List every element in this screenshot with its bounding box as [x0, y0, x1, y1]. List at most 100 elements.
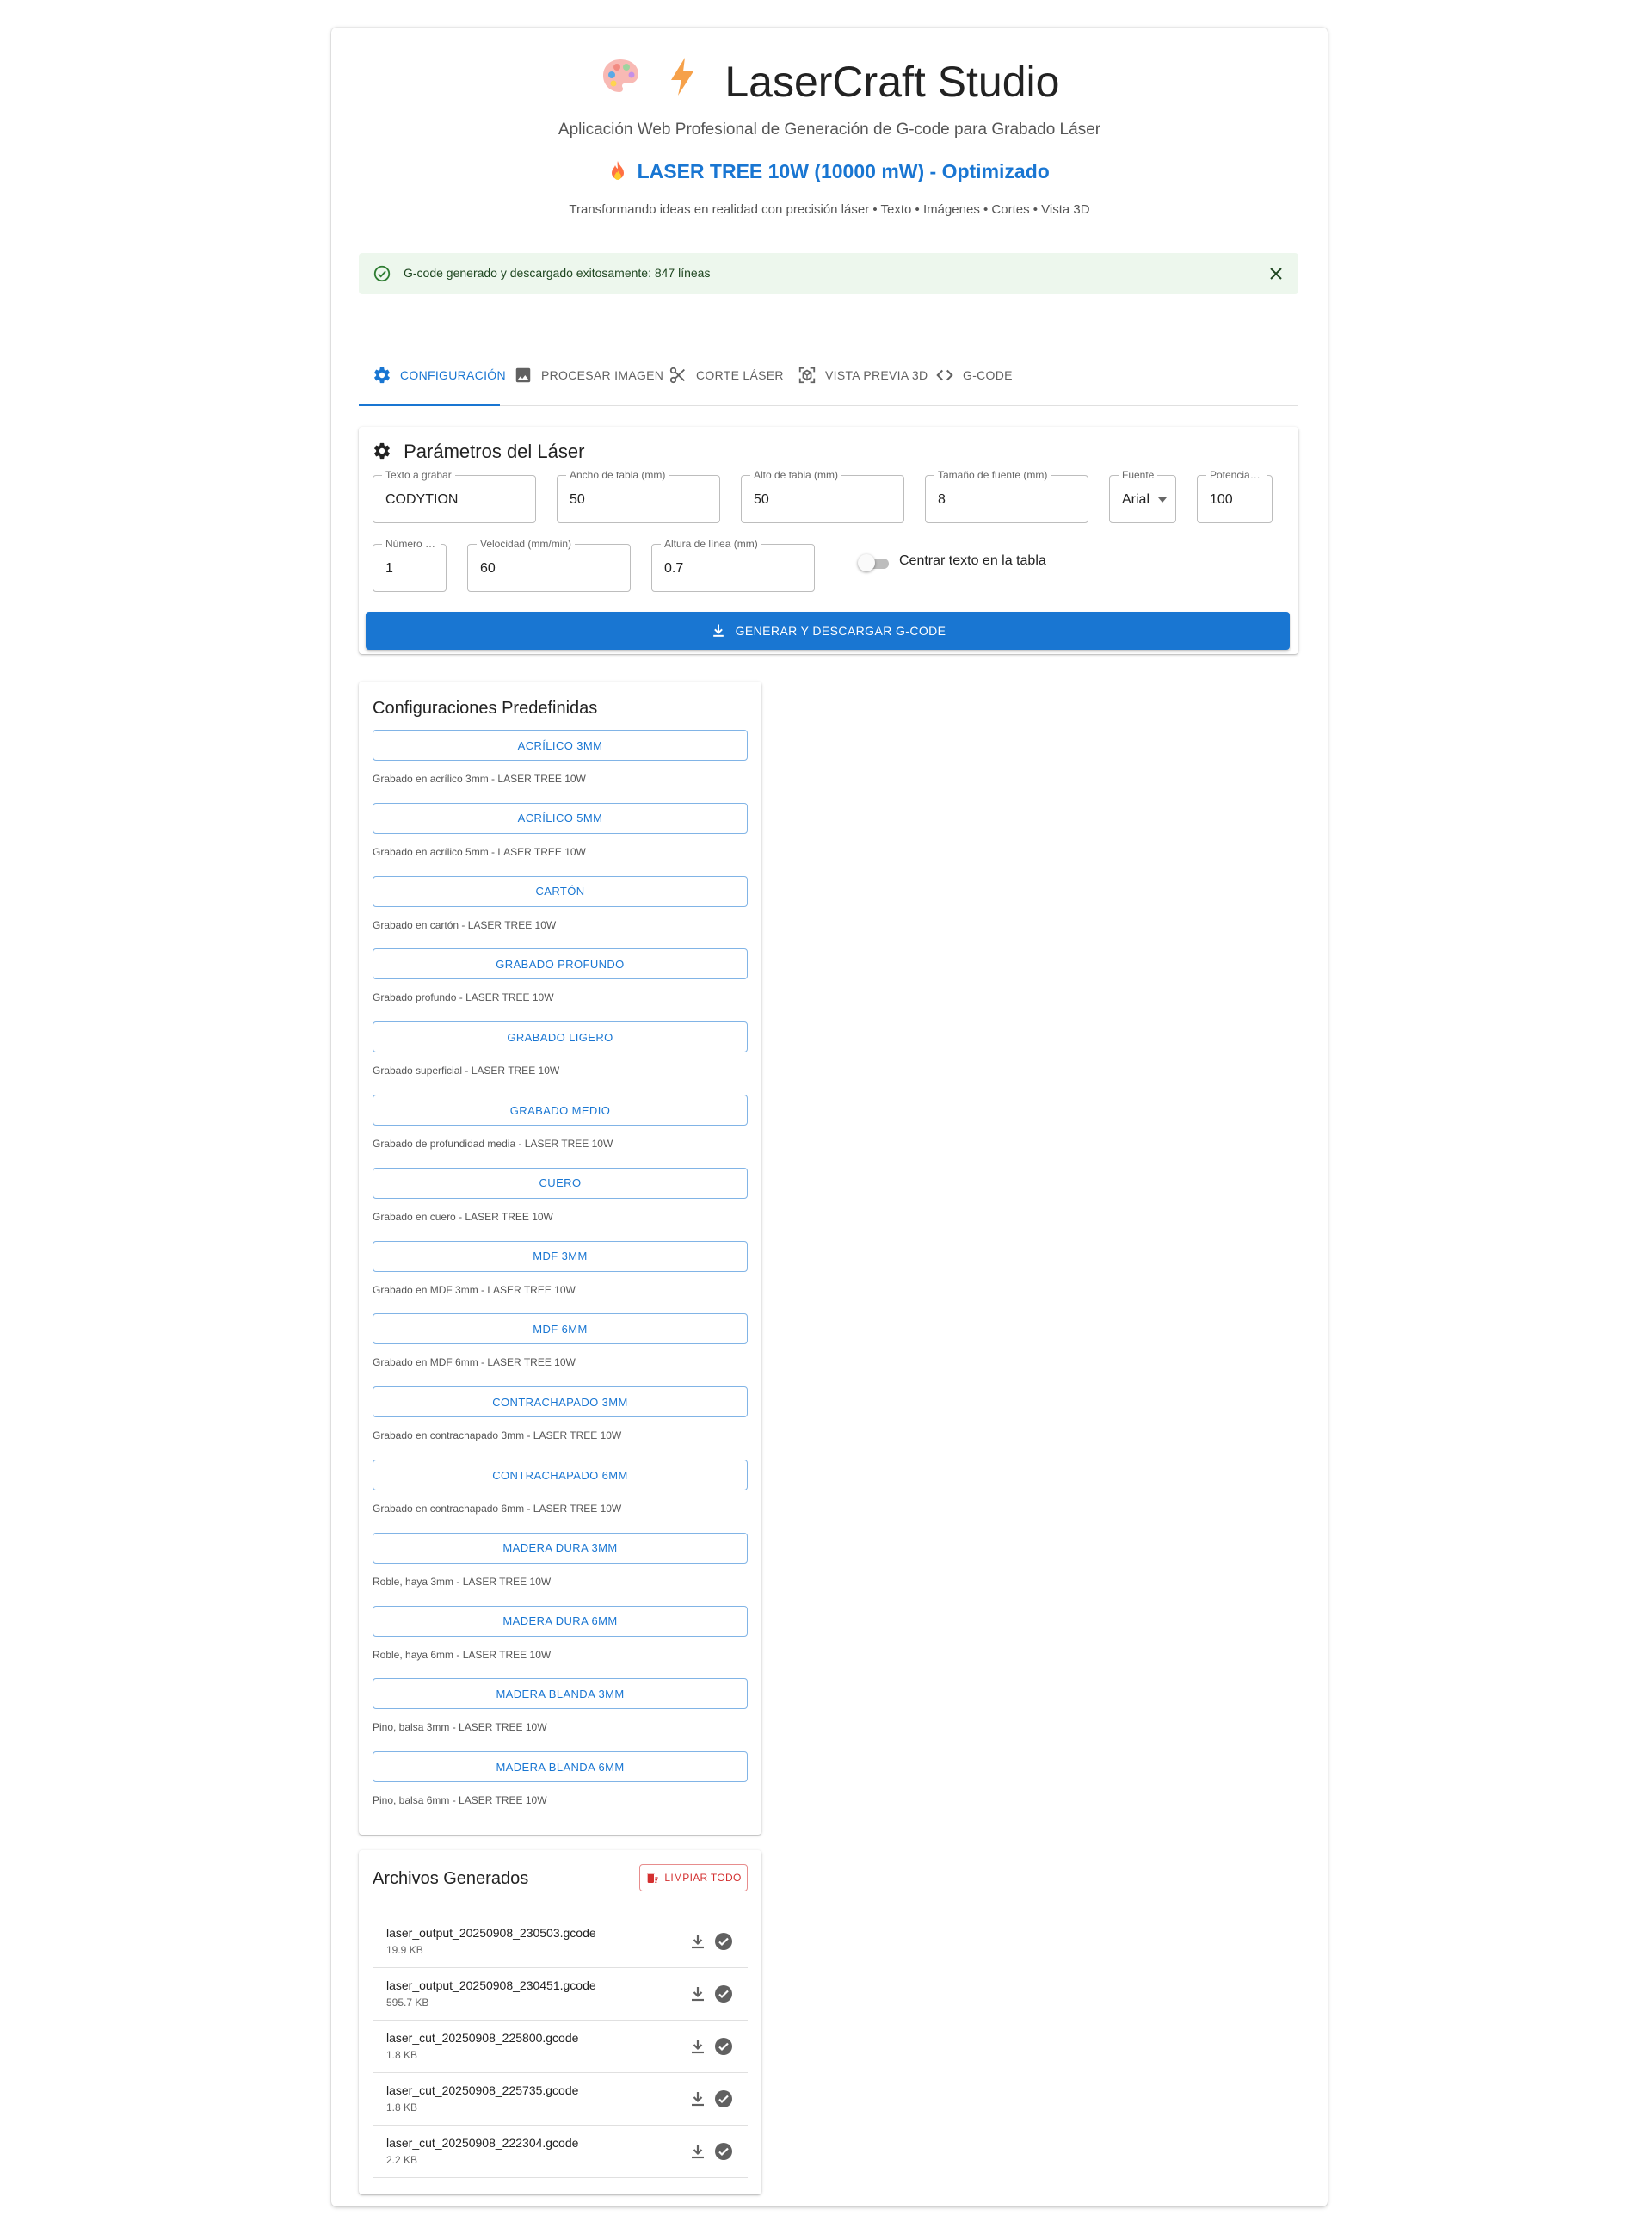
- preset-description: Grabado superficial - LASER TREE 10W: [373, 1065, 560, 1077]
- app-tagline: Transformando ideas en realidad con prec…: [569, 202, 1090, 217]
- speed-field[interactable]: Velocidad (mm/min) 60: [467, 538, 631, 592]
- tab-corte-laser[interactable]: CORTE LÁSER: [669, 344, 784, 406]
- check-circle-icon[interactable]: [713, 2036, 734, 2057]
- preset-description: Pino, balsa 6mm - LASER TREE 10W: [373, 1794, 547, 1807]
- passes-field[interactable]: Número de... 1: [373, 538, 447, 592]
- line-height-field[interactable]: Altura de línea (mm) 0.7: [651, 538, 815, 592]
- preset-button[interactable]: ACRÍLICO 5MM: [373, 802, 748, 834]
- download-icon[interactable]: [687, 2089, 708, 2109]
- preset-item: CONTRACHAPADO 3MM Grabado en contrachapad…: [373, 1386, 748, 1441]
- download-icon[interactable]: [687, 2036, 708, 2057]
- preset-description: Grabado en cuero - LASER TREE 10W: [373, 1210, 553, 1223]
- table-height-field[interactable]: Alto de tabla (mm) 50: [741, 469, 904, 523]
- chevron-down-icon: [1158, 497, 1167, 503]
- preset-description: Roble, haya 6mm - LASER TREE 10W: [373, 1648, 552, 1661]
- scissors-icon: [669, 367, 685, 384]
- field-label: Velocidad (mm/min): [477, 538, 576, 550]
- preset-description: Grabado en MDF 3mm - LASER TREE 10W: [373, 1283, 576, 1296]
- field-value: 8: [938, 492, 946, 507]
- preset-button[interactable]: GRABADO PROFUNDO: [373, 948, 748, 980]
- check-circle-icon[interactable]: [713, 1984, 734, 2004]
- field-value: 0.7: [664, 561, 684, 576]
- clear-all-button[interactable]: LIMPIAR TODO: [639, 1864, 748, 1891]
- preset-item: CUERO Grabado en cuero - LASER TREE 10W: [373, 1167, 748, 1223]
- generate-download-button[interactable]: GENERAR Y DESCARGAR G-CODE: [366, 612, 1290, 650]
- file-name: laser_output_20250908_230503.gcode: [386, 1926, 596, 1940]
- app-subtitle: Aplicación Web Profesional de Generación…: [558, 120, 1101, 139]
- app-card: LaserCraft Studio Aplicación Web Profesi…: [331, 28, 1328, 2206]
- power-field[interactable]: Potencia m... 100: [1197, 469, 1273, 523]
- preset-button[interactable]: MADERA BLANDA 3MM: [373, 1678, 748, 1710]
- preset-item: GRABADO PROFUNDO Grabado profundo - LASER…: [373, 948, 748, 1003]
- preset-description: Grabado en acrílico 3mm - LASER TREE 10W: [373, 773, 586, 785]
- success-alert: G-code generado y descargado exitosament…: [359, 253, 1298, 294]
- field-value: 1: [385, 561, 393, 576]
- close-icon[interactable]: [1266, 263, 1286, 284]
- file-size: 19.9 KB: [386, 1944, 423, 1956]
- lightning-icon: [668, 56, 697, 108]
- preset-button[interactable]: CONTRACHAPADO 3MM: [373, 1386, 748, 1418]
- preset-button[interactable]: CONTRACHAPADO 6MM: [373, 1460, 748, 1490]
- check-circle-icon: [373, 265, 391, 282]
- file-list-item: laser_cut_20250908_225735.gcode 1.8 KB: [373, 2073, 748, 2126]
- download-icon[interactable]: [687, 1931, 708, 1952]
- preset-item: MADERA BLANDA 6MM Pino, balsa 6mm - LASER…: [373, 1751, 748, 1806]
- generated-files-panel: Archivos Generados LIMPIAR TODO laser_ou…: [359, 1850, 761, 2194]
- tab-gcode[interactable]: G-CODE: [935, 344, 1013, 406]
- field-label: Número de...: [382, 538, 441, 550]
- check-circle-icon[interactable]: [713, 2089, 734, 2109]
- generate-button-label: GENERAR Y DESCARGAR G-CODE: [735, 624, 946, 638]
- preset-description: Grabado en contrachapado 6mm - LASER TRE…: [373, 1503, 622, 1515]
- code-icon: [936, 369, 953, 381]
- tab-configuracion[interactable]: CONFIGURACIÓN: [373, 344, 506, 406]
- laser-params-panel: Parámetros del Láser Texto a grabar CODY…: [359, 427, 1298, 654]
- preset-button[interactable]: ACRÍLICO 3MM: [373, 730, 748, 761]
- main-tabs: CONFIGURACIÓN PROCESAR IMAGEN CORTE LÁSE…: [359, 344, 1298, 406]
- download-icon[interactable]: [687, 1984, 708, 2004]
- field-label: Potencia m...: [1206, 469, 1267, 481]
- tab-procesar-imagen[interactable]: PROCESAR IMAGEN: [514, 344, 663, 406]
- font-select[interactable]: Fuente Arial: [1109, 469, 1176, 523]
- app-title: LaserCraft Studio: [724, 57, 1060, 106]
- palette-icon: [600, 56, 641, 108]
- check-circle-icon[interactable]: [713, 2141, 734, 2162]
- preset-button[interactable]: MADERA BLANDA 6MM: [373, 1751, 748, 1783]
- file-size: 2.2 KB: [386, 2154, 418, 2166]
- preset-button[interactable]: CARTÓN: [373, 875, 748, 907]
- download-icon[interactable]: [687, 2141, 708, 2162]
- preset-item: MADERA DURA 3MM Roble, haya 3mm - LASER T…: [373, 1532, 748, 1588]
- laser-model-label: LASER TREE 10W (10000 mW) - Optimizado: [637, 160, 1050, 182]
- font-size-field[interactable]: Tamaño de fuente (mm) 8: [925, 469, 1088, 523]
- laser-params-title-text: Parámetros del Láser: [404, 441, 585, 462]
- file-name: laser_output_20250908_230451.gcode: [386, 1978, 596, 1992]
- gear-icon: [374, 367, 390, 384]
- field-value: 50: [570, 492, 585, 507]
- file-size: 1.8 KB: [386, 2101, 418, 2114]
- file-name: laser_cut_20250908_225735.gcode: [386, 2083, 579, 2097]
- preset-button[interactable]: GRABADO LIGERO: [373, 1021, 748, 1053]
- preset-description: Grabado en acrílico 5mm - LASER TREE 10W: [373, 845, 586, 858]
- field-value: CODYTION: [385, 492, 459, 507]
- preset-button[interactable]: GRABADO MEDIO: [373, 1095, 748, 1126]
- clear-all-icon: [647, 1873, 659, 1883]
- preset-button[interactable]: MADERA DURA 3MM: [373, 1532, 748, 1564]
- preset-item: MADERA DURA 6MM Roble, haya 6mm - LASER T…: [373, 1605, 748, 1661]
- tab-label: CORTE LÁSER: [696, 368, 784, 382]
- gear-icon: [374, 442, 390, 460]
- field-label: Ancho de tabla (mm): [566, 469, 669, 481]
- preset-button[interactable]: MADERA DURA 6MM: [373, 1605, 748, 1637]
- preset-description: Grabado de profundidad media - LASER TRE…: [373, 1138, 613, 1150]
- center-text-switch[interactable]: [858, 554, 892, 571]
- table-width-field[interactable]: Ancho de tabla (mm) 50: [557, 469, 720, 523]
- file-list-item: laser_cut_20250908_222304.gcode 2.2 KB: [373, 2126, 748, 2178]
- tab-vista-previa-3d[interactable]: VISTA PREVIA 3D: [798, 344, 928, 406]
- field-value: Arial: [1122, 492, 1150, 507]
- text-field[interactable]: Texto a grabar CODYTION: [373, 469, 536, 523]
- preset-button[interactable]: CUERO: [373, 1167, 748, 1199]
- check-circle-icon[interactable]: [713, 1931, 734, 1952]
- preset-button[interactable]: MDF 6MM: [373, 1313, 748, 1345]
- preset-button[interactable]: MDF 3MM: [373, 1240, 748, 1272]
- file-list-item: laser_output_20250908_230503.gcode 19.9 K…: [373, 1916, 748, 1968]
- preset-item: GRABADO MEDIO Grabado de profundidad medi…: [373, 1095, 748, 1150]
- tab-label: CONFIGURACIÓN: [400, 368, 506, 382]
